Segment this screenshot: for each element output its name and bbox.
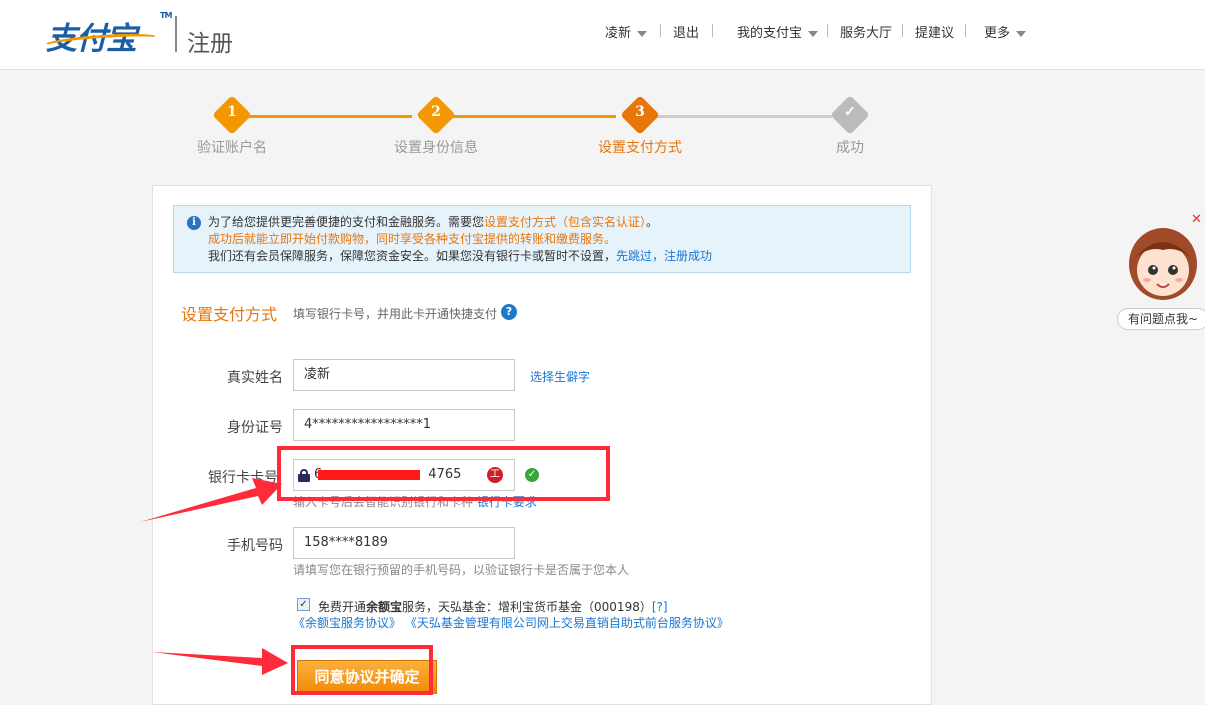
customer-helper-widget[interactable]: ✕ 有问题点我~ — [1117, 212, 1205, 337]
annotation-arrows — [140, 478, 288, 675]
mascot-icon — [1129, 228, 1197, 300]
helper-bubble[interactable]: 有问题点我~ — [1117, 308, 1205, 330]
